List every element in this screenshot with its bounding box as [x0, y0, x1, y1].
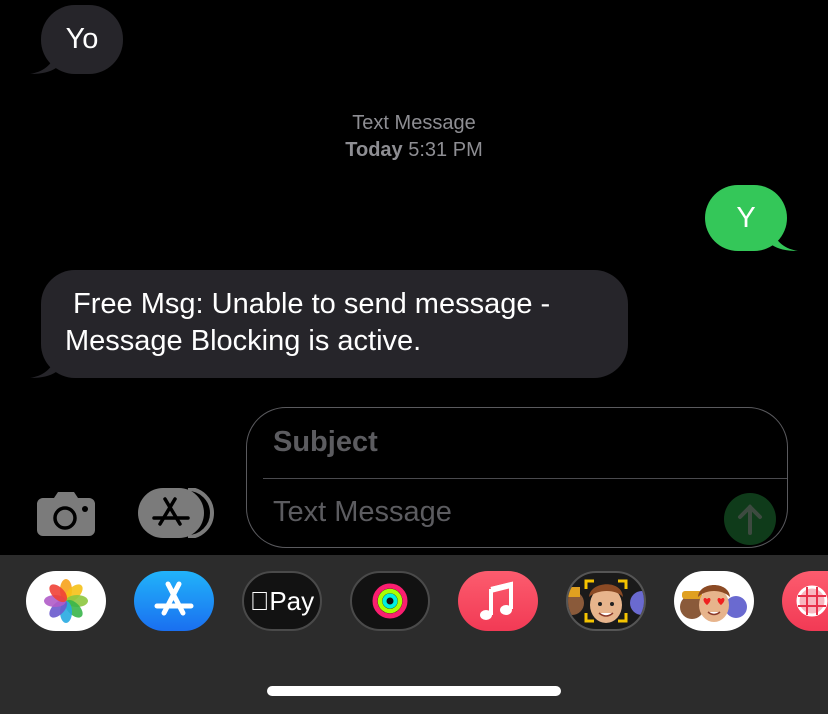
- message-bubble-received[interactable]: Free Msg: Unable to send message - Messa…: [30, 270, 628, 378]
- music-note-icon: [480, 581, 513, 620]
- bubble-tail: [30, 356, 56, 378]
- message-text-line: Message Blocking is active.: [65, 325, 422, 357]
- arrow-up-icon: [738, 504, 762, 535]
- app-memoji-stickers[interactable]: [674, 571, 754, 631]
- message-text: Y: [736, 202, 756, 234]
- service-label: Text Message: [352, 112, 476, 134]
- message-input[interactable]: Text Message: [273, 492, 452, 532]
- apple-pay-label: Pay: [259, 586, 314, 616]
- apps-button[interactable]: [138, 487, 214, 539]
- app-app-store[interactable]: [134, 571, 214, 631]
- message-text: Yo: [65, 23, 99, 55]
- message-composer: Subject Text Message: [246, 407, 788, 548]
- app-memoji[interactable]: [566, 571, 646, 631]
- memoji-stickers-icon: [680, 585, 747, 622]
- timestamp: Today 5:31 PM: [0, 137, 828, 164]
- app-store-icon: [154, 581, 194, 616]
- composer-divider: [263, 478, 787, 479]
- photos-icon: [44, 579, 88, 623]
- timestamp-day: Today: [345, 139, 403, 161]
- app-music[interactable]: [458, 571, 538, 631]
- app-drawer: Pay: [0, 555, 828, 714]
- apple-logo-icon: : [250, 586, 270, 616]
- timestamp-time: 5:31 PM: [408, 139, 483, 161]
- message-bubble-received[interactable]: Yo: [30, 5, 123, 74]
- apple-pay-icon: Pay: [244, 586, 320, 616]
- app-apple-pay[interactable]: Pay: [242, 571, 322, 631]
- home-indicator[interactable]: [267, 686, 561, 696]
- camera-button[interactable]: [37, 492, 95, 536]
- app-photos[interactable]: [26, 571, 106, 631]
- bubble-tail: [772, 229, 798, 251]
- app-web-images[interactable]: [782, 571, 828, 631]
- app-store-icon: [138, 487, 214, 539]
- memoji-icon: [568, 579, 644, 623]
- bubble-tail: [30, 52, 56, 74]
- app-fitness[interactable]: [350, 571, 430, 631]
- camera-icon: [37, 492, 95, 536]
- activity-rings-icon: [372, 583, 408, 619]
- subject-input[interactable]: Subject: [273, 422, 378, 462]
- message-bubble-sent[interactable]: Y: [705, 185, 798, 251]
- send-button[interactable]: [724, 493, 776, 545]
- globe-icon: [796, 585, 828, 617]
- message-text-line: Free Msg: Unable to send message -: [65, 288, 551, 320]
